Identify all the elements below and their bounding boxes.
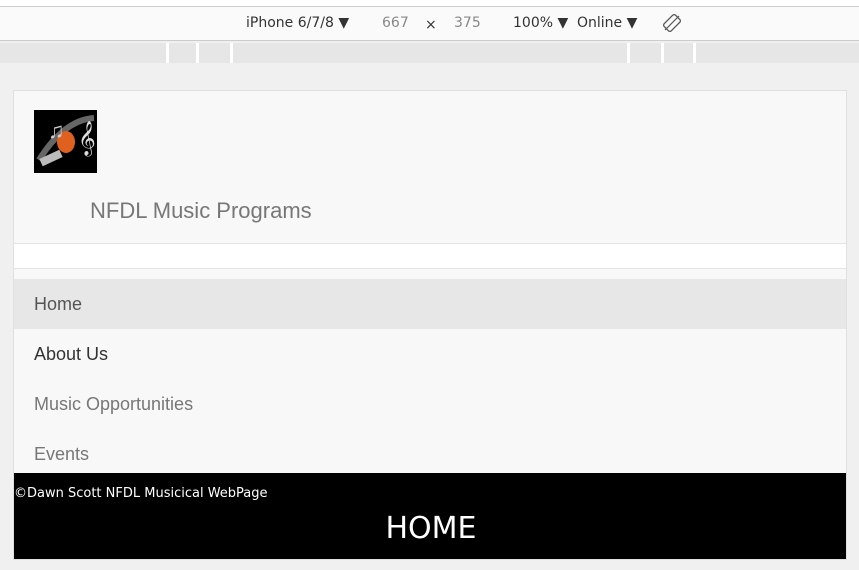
main-nav: Home About Us Music Opportunities Events: [14, 269, 846, 479]
width-input[interactable]: 667: [382, 15, 409, 31]
height-input[interactable]: 375: [454, 15, 481, 31]
device-select[interactable]: iPhone 6/7/8 ▼: [246, 15, 349, 31]
rotate-icon[interactable]: [662, 13, 682, 37]
music-logo-image[interactable]: 𝄞 ♫: [34, 110, 97, 173]
top-edge: [0, 0, 859, 7]
dimension-separator: ×: [425, 17, 437, 33]
media-query-bar[interactable]: [0, 43, 859, 63]
divider-strip: [14, 244, 846, 269]
site-footer: ©Dawn Scott NFDL Musicical WebPage HOME: [14, 473, 846, 559]
nav-item-home[interactable]: Home: [14, 279, 846, 329]
copyright-text: ©Dawn Scott NFDL Musicical WebPage: [14, 486, 268, 501]
site-brand[interactable]: NFDL Music Programs: [90, 198, 312, 224]
site-header: 𝄞 ♫ NFDL Music Programs: [14, 91, 846, 244]
network-select[interactable]: Online ▼: [577, 15, 637, 31]
device-toolbar: iPhone 6/7/8 ▼ 667 × 375 100% ▼ Online ▼: [0, 7, 859, 41]
page-viewport: 𝄞 ♫ NFDL Music Programs Home About Us Mus…: [13, 90, 847, 560]
svg-text:♫: ♫: [48, 118, 65, 143]
nav-item-music-opportunities[interactable]: Music Opportunities: [14, 379, 846, 429]
svg-text:𝄞: 𝄞: [78, 121, 96, 157]
nav-item-events[interactable]: Events: [14, 429, 846, 479]
zoom-select[interactable]: 100% ▼: [513, 15, 568, 31]
page-heading: HOME: [385, 511, 477, 546]
nav-item-about-us[interactable]: About Us: [14, 329, 846, 379]
